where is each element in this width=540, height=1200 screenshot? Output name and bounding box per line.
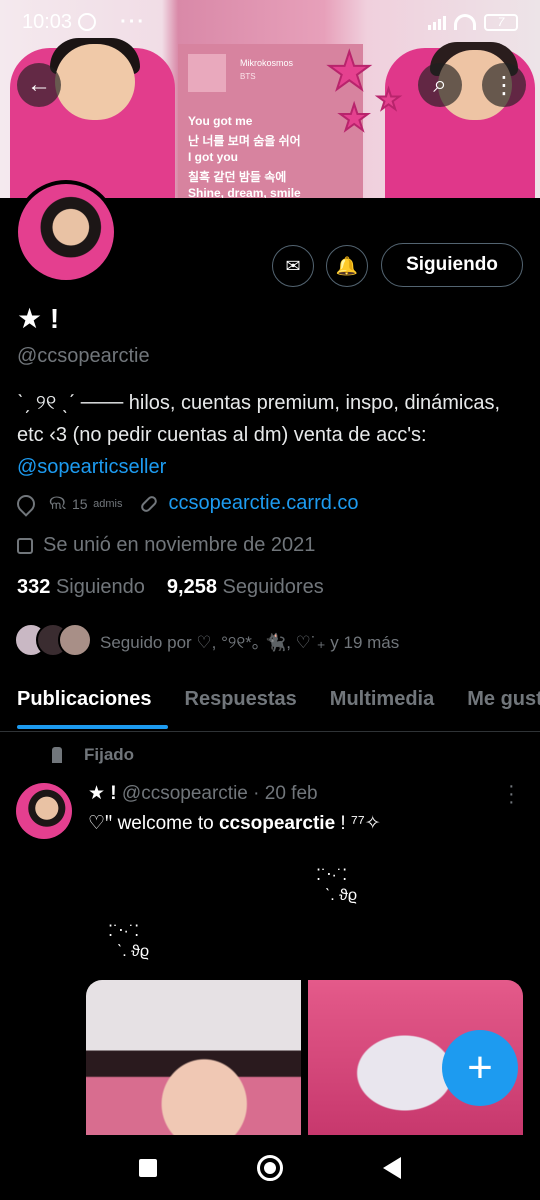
- star-icon: ★: [337, 97, 371, 138]
- tweet-avatar[interactable]: [16, 783, 72, 839]
- whatsapp-icon: [78, 13, 97, 31]
- followers-stat[interactable]: 9,258 Seguidores: [167, 576, 324, 599]
- bio-text: ˋˏ ୨୧ ˎˊ ─── hilos, cuentas premium, ins…: [17, 392, 501, 446]
- lyric-line: You got me: [188, 114, 253, 128]
- follow-stats: 332 Siguiendo 9,258 Seguidores: [17, 576, 324, 599]
- following-stat[interactable]: 332 Siguiendo: [17, 576, 145, 599]
- tweet-decoration: ⁚˙‧·˙⁚ ˋ. ϑϱ: [108, 923, 150, 960]
- location-icon: [13, 490, 39, 517]
- tab-replies[interactable]: Respuestas: [168, 672, 313, 731]
- star-icon: ★: [325, 43, 374, 101]
- location-number: 15: [71, 495, 88, 512]
- tweet-text-post: ! ⁷⁷✧: [335, 813, 381, 834]
- pin-icon: [52, 747, 62, 763]
- status-more: ···: [120, 10, 147, 33]
- song-artist: BTS: [240, 72, 256, 81]
- star-icon: ★: [375, 84, 402, 115]
- notifications-button[interactable]: 🔔: [326, 245, 368, 287]
- lyric-line: 칠흑 같던 밤들 속에: [188, 170, 287, 184]
- profile-bio: ˋˏ ୨୧ ˎˊ ─── hilos, cuentas premium, ins…: [17, 387, 527, 483]
- followers-label: Seguidores: [222, 576, 324, 598]
- bio-link[interactable]: @sopearticseller: [17, 456, 166, 478]
- following-button[interactable]: Siguiendo: [381, 243, 523, 287]
- status-bar: 10:03 ··· 7: [0, 0, 540, 44]
- location-prefix: ଲ: [49, 492, 67, 514]
- calendar-icon: [17, 537, 33, 554]
- profile-avatar[interactable]: [14, 180, 118, 284]
- tweet-image[interactable]: [86, 980, 301, 1135]
- tweet-decoration: ⁚˙‧·˙⁚ ˋ. ϑϱ: [316, 867, 358, 904]
- followers-count: 9,258: [166, 576, 217, 598]
- wifi-icon: [454, 14, 476, 30]
- follower-avatar: [58, 623, 92, 657]
- tweet-more-icon[interactable]: · · ·: [508, 776, 515, 812]
- tweet-handle-date: @ccsopearctie · 20 feb: [121, 783, 318, 804]
- album-thumbnail: [188, 54, 226, 92]
- lyric-line: I got you: [188, 150, 238, 164]
- pinned-indicator: Fijado: [52, 745, 134, 765]
- website-link[interactable]: ccsopearctie.carrd.co: [168, 492, 358, 515]
- joined-text: Se unió en noviembre de 2021: [43, 534, 316, 556]
- profile-tabs: Publicaciones Respuestas Multimedia Me g…: [0, 672, 540, 732]
- tab-media[interactable]: Multimedia: [313, 672, 450, 731]
- following-count: 332: [17, 576, 51, 598]
- status-time: 10:03: [22, 10, 73, 33]
- recents-icon[interactable]: [139, 1158, 157, 1177]
- tweet-text: ♡ꞌꞌ welcome to ccsopearctie ! ⁷⁷✧: [88, 812, 381, 835]
- song-title: Mikrokosmos: [240, 58, 294, 68]
- signal-icon: [428, 14, 446, 30]
- battery-icon: 7: [484, 13, 518, 31]
- pinned-label: Fijado: [84, 745, 135, 764]
- message-button[interactable]: ✉: [272, 245, 314, 287]
- profile-handle: @ccsopearctie: [17, 345, 150, 367]
- followed-by[interactable]: Seguido por ♡, °୨୧*｡ 🐈‍⬛, ♡˙₊ y 19 más: [14, 623, 399, 657]
- lyric-line: 난 너를 보며 숨을 쉬어: [188, 134, 301, 148]
- search-button[interactable]: ⌕: [418, 63, 462, 107]
- back-nav-icon[interactable]: [383, 1156, 401, 1179]
- tab-posts[interactable]: Publicaciones: [0, 672, 168, 731]
- following-label: Siguiendo: [55, 576, 145, 598]
- profile-meta: ଲ 15 admis ccsopearctie.carrd.co: [13, 490, 359, 517]
- compose-button[interactable]: +: [442, 1030, 518, 1106]
- banner-person-left-face: [55, 44, 135, 120]
- avatar-image: [18, 184, 114, 280]
- location-suffix: admis: [93, 497, 123, 510]
- tab-likes[interactable]: Me gusta: [450, 672, 540, 731]
- profile-name: ★ !: [17, 303, 60, 334]
- back-button[interactable]: ←: [17, 63, 61, 107]
- tweet-text-bold: ccsopearctie: [218, 813, 336, 834]
- more-options-button[interactable]: ⋮: [482, 63, 526, 107]
- system-nav-bar: [0, 1135, 540, 1200]
- home-icon[interactable]: [257, 1154, 283, 1181]
- tweet-text-pre: ♡ꞌꞌ welcome to: [88, 813, 219, 834]
- lyric-line: Shine, dream, smile: [188, 186, 301, 198]
- followed-by-text: Seguido por ♡, °୨୧*｡ 🐈‍⬛, ♡˙₊ y 19 más: [100, 632, 400, 652]
- joined-date: Se unió en noviembre de 2021: [17, 534, 315, 557]
- link-icon: [139, 493, 160, 514]
- tweet-author-name[interactable]: ★ !: [88, 783, 117, 804]
- tweet-header: ★ ! @ccsopearctie · 20 feb: [88, 782, 318, 805]
